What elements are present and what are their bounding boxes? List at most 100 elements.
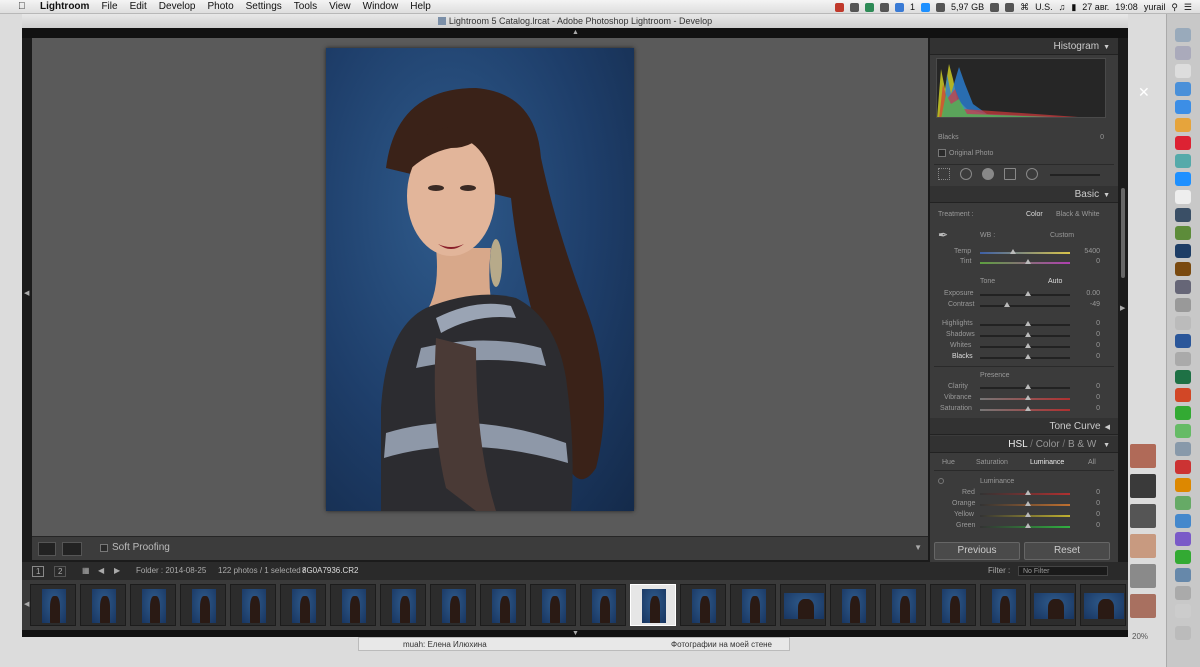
hsl-header[interactable]: HSL / Color / B & W ▼: [930, 436, 1118, 453]
highlights-slider[interactable]: [980, 321, 1070, 326]
reset-button[interactable]: Reset: [1024, 542, 1110, 560]
filmstrip-thumbnail[interactable]: [730, 584, 776, 626]
finder-icon[interactable]: [1175, 28, 1191, 42]
word-icon[interactable]: [1175, 334, 1191, 348]
menu-view[interactable]: View: [329, 1, 351, 12]
preview-icon[interactable]: [1175, 316, 1191, 330]
viber-icon[interactable]: [1175, 532, 1191, 546]
filmstrip-thumbnail-selected[interactable]: [630, 584, 676, 626]
utility-icon[interactable]: [1175, 424, 1191, 438]
whites-slider-knob[interactable]: [1025, 343, 1031, 348]
menu-photo[interactable]: Photo: [208, 1, 234, 12]
menu-file[interactable]: File: [101, 1, 117, 12]
filmstrip-thumbnail[interactable]: [780, 584, 826, 626]
acrobat-icon[interactable]: [1175, 460, 1191, 474]
highlights-slider-knob[interactable]: [1025, 321, 1031, 326]
bridge-icon[interactable]: [1175, 262, 1191, 276]
dreamweaver-icon[interactable]: [1175, 226, 1191, 240]
wb-preset-dropdown[interactable]: Custom: [1050, 232, 1074, 239]
yellow-luminance-slider[interactable]: [980, 512, 1070, 517]
side-photo-thumb[interactable]: [1130, 564, 1156, 588]
graduated-filter-icon[interactable]: [1004, 168, 1016, 180]
chrome-icon[interactable]: [1175, 118, 1191, 132]
time-readout[interactable]: 19:08: [1115, 2, 1138, 12]
side-photo-thumb[interactable]: [1130, 444, 1156, 468]
red-luminance-knob[interactable]: [1025, 490, 1031, 495]
notification-icon[interactable]: ☰: [1184, 2, 1192, 13]
utility-icon[interactable]: [1175, 442, 1191, 456]
red-luminance-slider[interactable]: [980, 490, 1070, 495]
filmstrip-thumbnail[interactable]: [430, 584, 476, 626]
brush-slider[interactable]: [1050, 174, 1100, 176]
left-panel-arrow-icon[interactable]: ◀: [24, 289, 29, 297]
tint-value[interactable]: 0: [1076, 258, 1100, 265]
contrast-slider[interactable]: [980, 302, 1070, 307]
auto-tone-button[interactable]: Auto: [1048, 278, 1062, 285]
panel-scrollbar[interactable]: ▶: [1118, 38, 1128, 562]
highlights-value[interactable]: 0: [1076, 320, 1100, 327]
window-titlebar[interactable]: Lightroom 5 Catalog.lrcat - Adobe Photos…: [22, 14, 1128, 28]
filmstrip-thumbnail[interactable]: [980, 584, 1026, 626]
wb-eyedropper-icon[interactable]: ✒: [938, 228, 948, 242]
portrait-photo[interactable]: [326, 48, 634, 511]
menu-tools[interactable]: Tools: [294, 1, 317, 12]
filmstrip-thumbnail[interactable]: [180, 584, 226, 626]
target-adjust-icon[interactable]: [938, 478, 944, 484]
globe-icon[interactable]: [1175, 154, 1191, 168]
shadows-value[interactable]: 0: [1076, 331, 1100, 338]
side-photo-thumb[interactable]: [1130, 534, 1156, 558]
wifi-icon[interactable]: ⌘: [1020, 2, 1029, 13]
treatment-bw-option[interactable]: Black & White: [1056, 211, 1100, 218]
app-store-icon[interactable]: [1175, 100, 1191, 114]
utility-icon[interactable]: [1175, 352, 1191, 366]
orange-luminance-slider[interactable]: [980, 501, 1070, 506]
menu-edit[interactable]: Edit: [130, 1, 147, 12]
apple-icon[interactable]: : [18, 1, 32, 12]
histogram-header[interactable]: Histogram ▼: [930, 38, 1118, 55]
clarity-value[interactable]: 0: [1076, 383, 1100, 390]
calendar-icon[interactable]: [1175, 190, 1191, 204]
filmstrip-thumbnail[interactable]: [280, 584, 326, 626]
previous-button[interactable]: Previous: [934, 542, 1020, 560]
filmstrip-thumbnail[interactable]: [880, 584, 926, 626]
grid-view-icon[interactable]: ▦: [82, 566, 90, 575]
filmstrip-left-arrow-icon[interactable]: ◀: [24, 600, 29, 608]
filmstrip-thumbnail[interactable]: [830, 584, 876, 626]
image-canvas[interactable]: [32, 38, 928, 536]
menu-lightroom[interactable]: Lightroom: [40, 1, 89, 12]
clarity-slider[interactable]: [980, 384, 1070, 389]
downloads-icon[interactable]: [1175, 586, 1191, 600]
side-photo-thumb[interactable]: [1130, 504, 1156, 528]
powerpoint-icon[interactable]: [1175, 388, 1191, 402]
radial-filter-icon[interactable]: [1026, 168, 1038, 180]
filmstrip-thumbnail[interactable]: [380, 584, 426, 626]
filmstrip-thumbnail[interactable]: [230, 584, 276, 626]
trash-icon[interactable]: [1175, 626, 1191, 640]
user-name[interactable]: yurail: [1144, 2, 1166, 12]
exposure-value[interactable]: 0.00: [1076, 290, 1100, 297]
green-luminance-knob[interactable]: [1025, 523, 1031, 528]
tint-slider-knob[interactable]: [1025, 259, 1031, 264]
filmstrip-thumbnail[interactable]: [930, 584, 976, 626]
luminance-tab[interactable]: Luminance: [1030, 459, 1064, 466]
launchpad-icon[interactable]: [1175, 46, 1191, 60]
tray-misc-icon[interactable]: [936, 2, 946, 12]
whites-slider[interactable]: [980, 343, 1070, 348]
tone-curve-header[interactable]: Tone Curve ◀: [930, 418, 1118, 435]
contrast-slider-knob[interactable]: [1004, 302, 1010, 307]
temp-value[interactable]: 5400: [1076, 248, 1100, 255]
histogram-graph[interactable]: [936, 58, 1106, 118]
all-tab[interactable]: All: [1088, 459, 1096, 466]
temp-slider[interactable]: [980, 249, 1070, 254]
top-panel-arrow-icon[interactable]: ▲: [572, 29, 579, 36]
blacks-slider-knob[interactable]: [1025, 354, 1031, 359]
green-value[interactable]: 0: [1076, 522, 1100, 529]
volume-icon[interactable]: ♫: [1059, 2, 1066, 12]
tray-skype-icon[interactable]: [921, 2, 931, 12]
system-prefs-icon[interactable]: [1175, 280, 1191, 294]
menu-window[interactable]: Window: [363, 1, 399, 12]
safari-icon[interactable]: [1175, 82, 1191, 96]
filmstrip-thumbnail[interactable]: [480, 584, 526, 626]
orange-value[interactable]: 0: [1076, 500, 1100, 507]
scrollbar-thumb[interactable]: [1121, 188, 1125, 278]
